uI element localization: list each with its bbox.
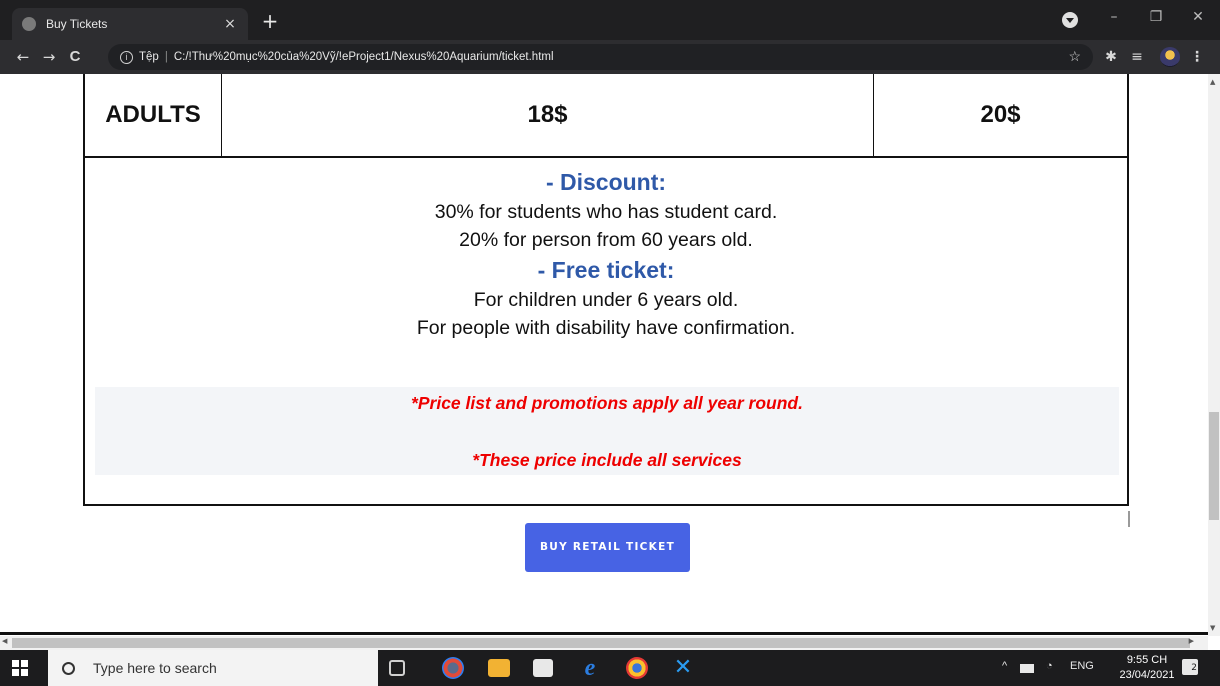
price-cell: 18$: [222, 74, 874, 156]
price-cell: 20$: [980, 101, 1021, 128]
buy-retail-ticket-button[interactable]: BUY RETAIL TICKET: [525, 523, 690, 572]
discount-line: 30% for students who has student card.: [434, 201, 778, 223]
tray-chevron-icon[interactable]: ^: [1002, 660, 1007, 672]
vertical-scroll-thumb[interactable]: [1209, 412, 1219, 520]
url-text[interactable]: C:/!Thư%20mục%20của%20Vỹ/!eProject1/Nexu…: [174, 51, 554, 63]
price-note: *Price list and promotions apply all yea…: [411, 393, 803, 413]
horizontal-scrollbar[interactable]: ◀ ▶: [0, 636, 1208, 650]
vscode-icon[interactable]: ✕: [672, 657, 694, 679]
globe-icon: [22, 17, 36, 31]
task-view-icon[interactable]: [389, 660, 405, 676]
reading-list-icon[interactable]: ≡: [1128, 48, 1146, 66]
free-ticket-line: For people with disability have confirma…: [416, 317, 796, 339]
info-icon[interactable]: i: [120, 50, 133, 64]
discount-heading: - Discount:: [545, 169, 667, 195]
free-ticket-line: For children under 6 years old.: [473, 289, 739, 311]
clock-time: 9:55 CH: [1126, 654, 1168, 666]
profile-avatar[interactable]: [1160, 47, 1180, 67]
extensions-icon[interactable]: ✱: [1102, 48, 1120, 66]
wifi-icon[interactable]: ◔: [1046, 660, 1053, 672]
new-tab-button[interactable]: +: [258, 10, 282, 34]
url-separator: |: [164, 51, 168, 63]
promotion-text: - Discount: 30% for students who has stu…: [85, 166, 1127, 342]
free-ticket-heading: - Free ticket:: [537, 257, 675, 283]
scroll-right-arrow-icon[interactable]: ▶: [1189, 637, 1194, 645]
taskbar-search-box[interactable]: Type here to search: [48, 650, 378, 686]
file-explorer-icon[interactable]: [488, 659, 510, 677]
page-viewport: ADULTS 18$ 20$ - Discount: 30% for stude…: [0, 74, 1208, 636]
discount-line: 20% for person from 60 years old.: [459, 229, 753, 251]
language-indicator[interactable]: ENG: [1070, 660, 1094, 672]
text-cursor: [1128, 511, 1130, 527]
category-label: ADULTS: [85, 74, 222, 156]
notes-band: *Price list and promotions apply all yea…: [95, 387, 1119, 475]
search-icon: [62, 661, 75, 675]
tab-close-icon[interactable]: ×: [222, 16, 238, 32]
windows-start-icon[interactable]: [12, 660, 28, 676]
scroll-up-arrow-icon[interactable]: ▲: [1210, 78, 1215, 86]
control-panel-icon[interactable]: [533, 659, 553, 677]
bookmark-star-icon[interactable]: ☆: [1068, 48, 1081, 65]
tab-buy-tickets[interactable]: Buy Tickets ×: [12, 8, 248, 40]
vertical-scrollbar[interactable]: ▲ ▼: [1208, 74, 1220, 636]
battery-icon[interactable]: [1020, 664, 1034, 673]
reload-button[interactable]: C: [62, 44, 88, 70]
restore-button[interactable]: ❐: [1136, 6, 1176, 28]
promotion-info-box: - Discount: 30% for students who has stu…: [83, 158, 1129, 506]
scroll-left-arrow-icon[interactable]: ◀: [2, 637, 7, 645]
minimize-button[interactable]: –: [1094, 6, 1134, 28]
windows-taskbar: Type here to search e ✕ ^ ◔ ENG 9:55 CH …: [0, 650, 1220, 686]
menu-icon[interactable]: ⋮: [1190, 48, 1204, 66]
price-note: *These price include all services: [472, 450, 742, 470]
browser-toolbar: ← → C i Tệp | C:/!Thư%20mục%20của%20Vỹ/!…: [0, 40, 1220, 74]
browser-tab-strip: Buy Tickets × + – ❐ ✕: [0, 0, 1220, 40]
back-button[interactable]: ←: [10, 44, 36, 70]
tab-search-icon[interactable]: [1062, 12, 1078, 28]
search-placeholder: Type here to search: [93, 660, 217, 676]
notification-center-icon[interactable]: 2: [1182, 659, 1198, 675]
forward-button[interactable]: →: [36, 44, 62, 70]
taskbar-clock[interactable]: 9:55 CH 23/04/2021: [1118, 653, 1176, 683]
internet-explorer-icon[interactable]: e: [579, 656, 601, 680]
page-bottom-border: [0, 632, 1208, 635]
url-scheme: Tệp: [139, 51, 159, 63]
chrome-icon[interactable]: [442, 657, 464, 679]
price-table-row: ADULTS 18$ 20$: [83, 74, 1129, 158]
tab-title: Buy Tickets: [46, 17, 108, 31]
horizontal-scroll-thumb[interactable]: [12, 638, 1190, 648]
close-window-button[interactable]: ✕: [1178, 6, 1218, 28]
chrome-browser-icon[interactable]: [626, 657, 648, 679]
scroll-down-arrow-icon[interactable]: ▼: [1210, 624, 1215, 632]
address-bar[interactable]: i Tệp | C:/!Thư%20mục%20của%20Vỹ/!eProje…: [108, 44, 1093, 70]
clock-date: 23/04/2021: [1119, 669, 1175, 681]
